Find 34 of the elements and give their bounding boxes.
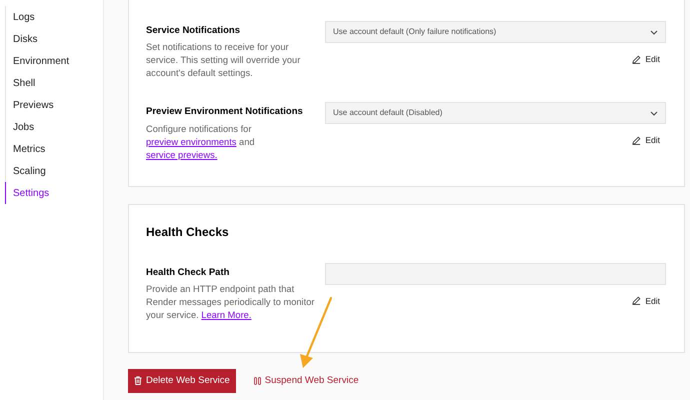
- setting-title: Service Notifications: [146, 24, 241, 38]
- edit-button[interactable]: Edit: [632, 53, 660, 66]
- pencil-icon: [632, 296, 642, 306]
- setting-description: Set notifications to receive for your service. This setting will override your account's default settings.: [146, 41, 302, 80]
- dropdown-select[interactable]: Use account default (Disabled): [325, 102, 666, 124]
- dropdown-select[interactable]: Use account default (Only failure notifications): [325, 21, 666, 43]
- setting-title: Preview Environment Notifications: [146, 105, 304, 120]
- setting-description: Configure notifications for preview environments and service previews.: [146, 122, 256, 162]
- trash-icon: [134, 376, 142, 386]
- sidebar-item[interactable]: Logs: [6, 6, 103, 28]
- pause-icon: [254, 376, 261, 385]
- sidebar-item[interactable]: Disks: [6, 28, 103, 50]
- edit-button[interactable]: Edit: [632, 134, 660, 147]
- sidebar-item[interactable]: Settings: [5, 182, 103, 204]
- sidebar-item[interactable]: Shell: [6, 72, 103, 94]
- sidebar-item[interactable]: Previews: [6, 94, 103, 116]
- sidebar-item[interactable]: Scaling: [6, 160, 103, 182]
- link[interactable]: service previews.: [146, 150, 218, 160]
- pencil-icon: [632, 54, 642, 64]
- input-field[interactable]: [325, 262, 666, 284]
- sidebar-item[interactable]: Jobs: [6, 116, 103, 138]
- chevron-down-icon: [650, 30, 658, 34]
- link[interactable]: preview environments: [146, 136, 236, 146]
- setting-title: Health Check Path: [146, 266, 230, 280]
- sidebar-item[interactable]: Metrics: [6, 138, 103, 160]
- delete-button[interactable]: Delete Web Service: [128, 368, 236, 393]
- edit-button[interactable]: Edit: [632, 294, 660, 308]
- section-heading: Health Checks: [146, 224, 230, 240]
- setting-description: Provide an HTTP endpoint path that Render messages periodically to monitor your service. Learn More.: [146, 282, 316, 322]
- suspend-link[interactable]: Suspend Web Service: [252, 368, 361, 393]
- sidebar-item[interactable]: Environment: [6, 50, 103, 72]
- pencil-icon: [632, 136, 642, 146]
- chevron-down-icon: [650, 110, 658, 116]
- link[interactable]: Learn More.: [201, 310, 252, 320]
